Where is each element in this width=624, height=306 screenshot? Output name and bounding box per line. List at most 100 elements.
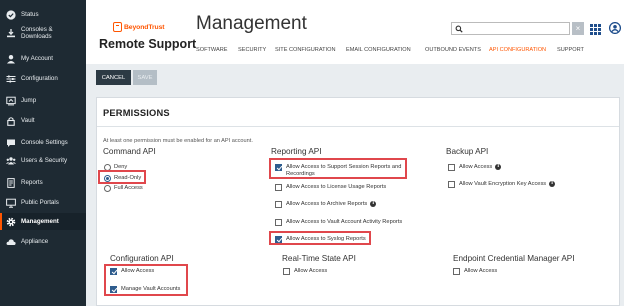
sidebar-item-label: Status (21, 11, 39, 18)
report-icon (5, 177, 16, 188)
monitor-icon (5, 197, 16, 208)
backup-vault-encryption-checkbox[interactable]: Allow Vault Encryption Key Access i (448, 181, 556, 188)
option-label: Allow Access (294, 268, 328, 274)
endpoint-allow-access-checkbox[interactable]: Allow Access (453, 268, 497, 275)
command-api-title: Command API (103, 147, 156, 156)
checkbox[interactable] (275, 184, 282, 191)
option-label: Allow Access to Archive Reports (286, 201, 368, 207)
configuration-manage-vault-checkbox[interactable]: Manage Vault Accounts (110, 286, 180, 293)
command-api-read-only-radio[interactable]: Read-Only (104, 175, 141, 182)
cloud-icon (5, 236, 16, 247)
user-icon (5, 53, 16, 64)
sidebar-item-label: My Account (21, 55, 53, 62)
checkbox[interactable] (110, 268, 117, 275)
checkbox[interactable] (448, 181, 455, 188)
checkbox[interactable] (110, 286, 117, 293)
configuration-api-title: Configuration API (110, 254, 174, 263)
command-api-full-access-radio[interactable]: Full Access (104, 185, 143, 192)
page-title: Management (196, 13, 307, 34)
sidebar-item-console-settings[interactable]: Console Settings (0, 136, 86, 149)
checkbox[interactable] (275, 201, 282, 208)
sidebar: Status Consoles & Downloads My Account C… (0, 0, 86, 306)
user-account-icon[interactable] (608, 21, 622, 35)
checkbox[interactable] (448, 164, 455, 171)
option-label: Allow Access (464, 268, 498, 274)
sidebar-item-configuration[interactable]: Configuration (0, 72, 86, 85)
sidebar-item-label: Appliance (21, 238, 49, 245)
checkbox[interactable] (283, 268, 290, 275)
checkbox[interactable] (275, 219, 282, 226)
option-label: Allow Access to Syslog Reports (286, 236, 366, 242)
option-label: Allow Access to License Usage Reports (286, 184, 387, 190)
download-icon (5, 27, 16, 38)
backup-allow-access-checkbox[interactable]: Allow Access i (448, 164, 502, 171)
configuration-allow-access-checkbox[interactable]: Allow Access (110, 268, 154, 275)
sidebar-item-appliance[interactable]: Appliance (0, 235, 86, 248)
tab-security[interactable]: SECURITY (238, 47, 266, 53)
tab-software[interactable]: SOFTWARE (196, 47, 228, 53)
jump-icon (5, 95, 16, 106)
backup-api-title: Backup API (446, 147, 489, 156)
endpoint-api-title: Endpoint Credential Manager API (453, 254, 575, 263)
checkbox[interactable] (275, 236, 282, 243)
lock-icon (5, 115, 16, 126)
sidebar-item-my-account[interactable]: My Account (0, 52, 86, 65)
info-icon[interactable]: i (495, 164, 502, 170)
sidebar-item-consoles-downloads[interactable]: Consoles & Downloads (0, 24, 86, 41)
reporting-license-usage-checkbox[interactable]: Allow Access to License Usage Reports (275, 184, 386, 191)
option-label: Manage Vault Accounts (121, 286, 181, 292)
sidebar-item-vault[interactable]: Vault (0, 114, 86, 127)
tab-site-configuration[interactable]: SITE CONFIGURATION (275, 47, 336, 53)
sidebar-item-jump[interactable]: Jump (0, 94, 86, 107)
sidebar-item-reports[interactable]: Reports (0, 176, 86, 189)
checkbox[interactable] (275, 164, 282, 171)
sidebar-item-label: Vault (21, 117, 35, 124)
tab-support[interactable]: SUPPORT (557, 47, 584, 53)
option-label: Allow Vault Encryption Key Access (459, 181, 547, 187)
sidebar-item-public-portals[interactable]: Public Portals (0, 196, 86, 209)
save-button[interactable]: SAVE (133, 70, 157, 85)
clear-search-button[interactable]: × (572, 22, 584, 35)
info-icon[interactable]: i (549, 181, 556, 187)
realtime-allow-access-checkbox[interactable]: Allow Access (283, 268, 327, 275)
radio[interactable] (104, 175, 111, 182)
permissions-note: At least one permission must be enabled … (103, 138, 253, 144)
cancel-button[interactable]: CANCEL (96, 70, 131, 85)
brand-logo: BeyondTrust (113, 21, 173, 33)
option-label: Allow Access (459, 164, 493, 170)
sliders-icon (5, 73, 16, 84)
sidebar-item-label: Users & Security (21, 157, 68, 164)
sidebar-item-status[interactable]: Status (0, 8, 86, 21)
tab-email-configuration[interactable]: EMAIL CONFIGURATION (346, 47, 411, 53)
option-label: Deny (114, 164, 128, 170)
option-label: Full Access (114, 185, 143, 191)
brand-name: BeyondTrust (124, 23, 165, 31)
users-icon (5, 155, 16, 166)
checkbox[interactable] (453, 268, 460, 275)
search-input[interactable] (451, 22, 570, 35)
reporting-archive-checkbox[interactable]: Allow Access to Archive Reports i (275, 201, 377, 208)
check-circle-icon (5, 9, 16, 20)
sidebar-item-label: Consoles & Downloads (21, 25, 53, 40)
radio[interactable] (104, 164, 111, 171)
sidebar-item-users-security[interactable]: Users & Security (0, 154, 86, 167)
tab-outbound-events[interactable]: OUTBOUND EVENTS (425, 47, 481, 53)
sidebar-item-label: Reports (21, 179, 43, 186)
search-icon[interactable] (452, 22, 465, 35)
realtime-api-title: Real-Time State API (282, 254, 356, 263)
apps-grid-icon[interactable] (590, 22, 601, 35)
reporting-support-session-checkbox[interactable]: Allow Access to Support Session Reports … (275, 164, 405, 177)
radio[interactable] (104, 185, 111, 192)
sidebar-item-label: Public Portals (21, 199, 59, 206)
gear-icon (5, 216, 16, 227)
sidebar-item-label: Management (21, 218, 59, 225)
sidebar-item-label: Console Settings (21, 139, 68, 146)
reporting-api-title: Reporting API (271, 147, 322, 156)
reporting-syslog-checkbox[interactable]: Allow Access to Syslog Reports (275, 236, 366, 243)
command-api-deny-radio[interactable]: Deny (104, 164, 127, 171)
option-label: Allow Access (121, 268, 155, 274)
info-icon[interactable]: i (370, 201, 377, 207)
tab-api-configuration[interactable]: API CONFIGURATION (489, 47, 546, 53)
sidebar-item-management[interactable]: Management (0, 213, 86, 230)
reporting-vault-activity-checkbox[interactable]: Allow Access to Vault Account Activity R… (275, 219, 402, 226)
